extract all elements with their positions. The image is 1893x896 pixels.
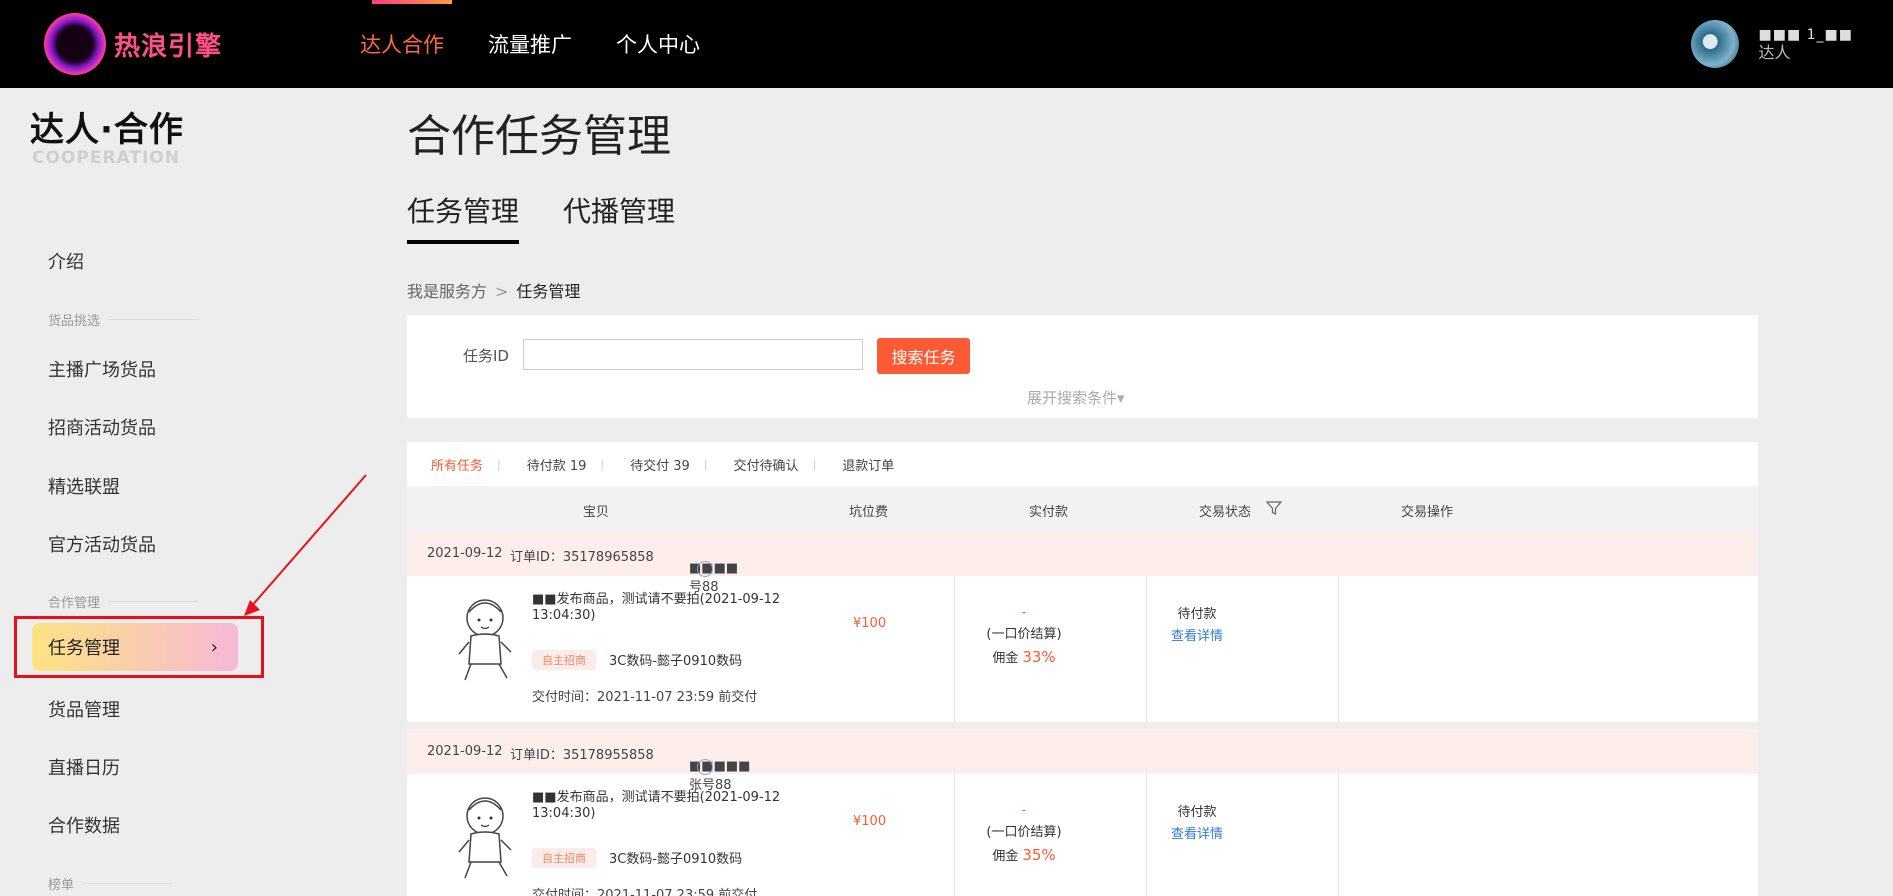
sidebar-item-live-calendar[interactable]: 直播日历 (48, 754, 120, 780)
shop-name: 3C数码-懿子0910数码 (609, 654, 743, 669)
logo-text: 热浪引擎 (114, 31, 223, 62)
logo[interactable]: 热浪引擎 (44, 12, 264, 76)
commission-rate: 33% (1022, 648, 1056, 666)
page-title: 合作任务管理 (407, 111, 671, 162)
shop-name: 3C数码-懿子0910数码 (609, 852, 743, 867)
column-header-slot-fee: 坑位费 (849, 505, 889, 520)
sidebar-group-rankings: 榜单 (48, 874, 173, 893)
column-header-status: 交易状态 (1199, 505, 1252, 520)
order-date: 2021-09-12 (427, 546, 503, 561)
tab-task-management[interactable]: 任务管理 (407, 190, 520, 244)
user-name: ■■■ 1_■■ (1758, 27, 1853, 43)
avatar[interactable] (1690, 20, 1739, 68)
commission-rate: 35% (1022, 846, 1056, 864)
logo-ring-icon (44, 13, 106, 75)
sidebar-group-cooperation: 合作管理 (48, 592, 199, 611)
nav-geren-zhongxin[interactable]: 个人中心 (616, 29, 700, 59)
trade-status: 待付款 查看详情 (1147, 802, 1247, 846)
nav-daren-hezuo[interactable]: 达人合作 (360, 29, 444, 59)
task-id-input[interactable] (523, 339, 863, 370)
sidebar: 达人·合作 COOPERATION 介绍 货品挑选 主播广场货品 招商活动货品 … (0, 88, 300, 896)
sidebar-item-selected-alliance[interactable]: 精选联盟 (48, 473, 120, 499)
task-id-label: 任务ID (463, 347, 509, 365)
commission-label: 佣金 (992, 651, 1019, 666)
table-row: 2021-09-12 订单ID：35178955858 ■■■■■张号88 ■■… (407, 729, 1758, 896)
delivery-deadline: 交付时间：2021-11-07 23:59 前交付 (532, 888, 758, 896)
price-note: (一口价结算) (986, 825, 1062, 840)
top-nav: 达人合作 流量推广 个人中心 (360, 0, 744, 88)
filter-delivery-confirm[interactable]: 交付待确认 (734, 455, 799, 474)
order-header: 2021-09-12 订单ID：35178955858 ■■■■■张号88 (407, 729, 1758, 793)
refresh-icon[interactable] (697, 561, 713, 577)
brand-title: 达人·合作 (30, 110, 184, 150)
column-header-actions: 交易操作 (1401, 505, 1454, 520)
product-thumbnail[interactable] (455, 594, 513, 686)
filter-all-tasks[interactable]: 所有任务 (431, 455, 483, 474)
column-header-item: 宝贝 (583, 505, 610, 520)
tab-proxy-broadcast[interactable]: 代播管理 (563, 190, 675, 244)
status-badge: 自主招商 (532, 848, 596, 868)
column-header-paid: 实付款 (1029, 505, 1069, 520)
sidebar-item-intro[interactable]: 介绍 (48, 248, 84, 274)
commission-label: 佣金 (992, 849, 1019, 864)
product-title[interactable]: ■■发布商品，测试请不要拍(2021-09-12 13:04:30) (532, 592, 782, 624)
breadcrumb-parent[interactable]: 我是服务方 (407, 282, 487, 301)
user-role: 达人 (1758, 43, 1791, 62)
tab-bar: 任务管理 代播管理 (407, 190, 719, 244)
sidebar-group-goods: 货品挑选 (48, 310, 199, 329)
slot-fee: ¥100 (853, 616, 887, 631)
order-id: 订单ID：35178965858 (510, 550, 654, 565)
table-header: 宝贝 坑位费 实付款 交易状态 交易操作 (407, 486, 1758, 531)
sidebar-item-merchant-activity[interactable]: 招商活动货品 (48, 414, 156, 440)
filter-pending-payment[interactable]: 待付款 19 (527, 455, 587, 474)
breadcrumb-current: 任务管理 (516, 282, 581, 301)
paid-amount: - (一口价结算) 佣金 35% (947, 800, 1101, 868)
status-badge: 自主招商 (532, 650, 596, 670)
order-date: 2021-09-12 (427, 744, 503, 759)
breadcrumb-separator-icon: > (495, 282, 509, 301)
task-list: 所有任务 | 待付款 19 | 待交付 39 | 交付待确认 | 退款订单 宝贝 坑位费… (407, 442, 1758, 896)
product-thumbnail[interactable] (455, 792, 513, 884)
order-id: 订单ID：35178955858 (510, 748, 654, 763)
sidebar-group-label: 榜单 (48, 878, 75, 893)
brand-subtitle: COOPERATION (32, 148, 180, 168)
sidebar-item-cooperation-data[interactable]: 合作数据 (48, 812, 120, 838)
table-row: 2021-09-12 订单ID：35178965858 ■■■■号88 ■■发布… (407, 531, 1758, 730)
nav-liuliang-tuiguang[interactable]: 流量推广 (488, 29, 572, 59)
sidebar-group-label: 合作管理 (48, 596, 101, 611)
price-note: (一口价结算) (986, 627, 1062, 642)
delivery-deadline: 交付时间：2021-11-07 23:59 前交付 (532, 690, 758, 705)
sidebar-item-official-activity[interactable]: 官方活动货品 (48, 531, 156, 557)
status-text: 待付款 (1177, 805, 1217, 820)
trade-status: 待付款 查看详情 (1147, 604, 1247, 648)
slot-fee: ¥100 (853, 814, 887, 829)
filter-pending-delivery[interactable]: 待交付 39 (630, 455, 690, 474)
search-task-button[interactable]: 搜索任务 (877, 338, 970, 374)
filter-refund-orders[interactable]: 退款订单 (842, 455, 894, 474)
highlight-box (14, 616, 264, 678)
refresh-icon[interactable] (697, 759, 713, 775)
sidebar-item-goods-management[interactable]: 货品管理 (48, 696, 120, 722)
paid-amount: - (一口价结算) 佣金 33% (947, 602, 1101, 670)
sidebar-item-anchor-square[interactable]: 主播广场货品 (48, 356, 156, 382)
breadcrumb: 我是服务方 > 任务管理 (407, 278, 580, 302)
product-title[interactable]: ■■发布商品，测试请不要拍(2021-09-12 13:04:30) (532, 790, 782, 822)
order-body: ■■发布商品，测试请不要拍(2021-09-12 13:04:30) 自主招商 … (407, 774, 1758, 896)
filter-icon[interactable] (1265, 499, 1283, 517)
status-filter-tabs: 所有任务 | 待付款 19 | 待交付 39 | 交付待确认 | 退款订单 (407, 442, 1758, 486)
user-menu[interactable]: ■■■ 1_■■ 达人 (1690, 20, 1854, 68)
order-body: ■■发布商品，测试请不要拍(2021-09-12 13:04:30) 自主招商 … (407, 576, 1758, 722)
view-details-link[interactable]: 查看详情 (1147, 824, 1247, 846)
status-text: 待付款 (1177, 607, 1217, 622)
expand-search-conditions[interactable]: 展开搜索条件▾ (1027, 387, 1125, 408)
order-header: 2021-09-12 订单ID：35178965858 ■■■■号88 (407, 531, 1758, 595)
top-bar: 热浪引擎 达人合作 流量推广 个人中心 ■■■ 1_■■ 达人 (0, 0, 1893, 88)
sidebar-group-label: 货品挑选 (48, 314, 101, 329)
view-details-link[interactable]: 查看详情 (1147, 626, 1247, 648)
search-panel: 任务ID 搜索任务 展开搜索条件▾ (407, 315, 1758, 418)
